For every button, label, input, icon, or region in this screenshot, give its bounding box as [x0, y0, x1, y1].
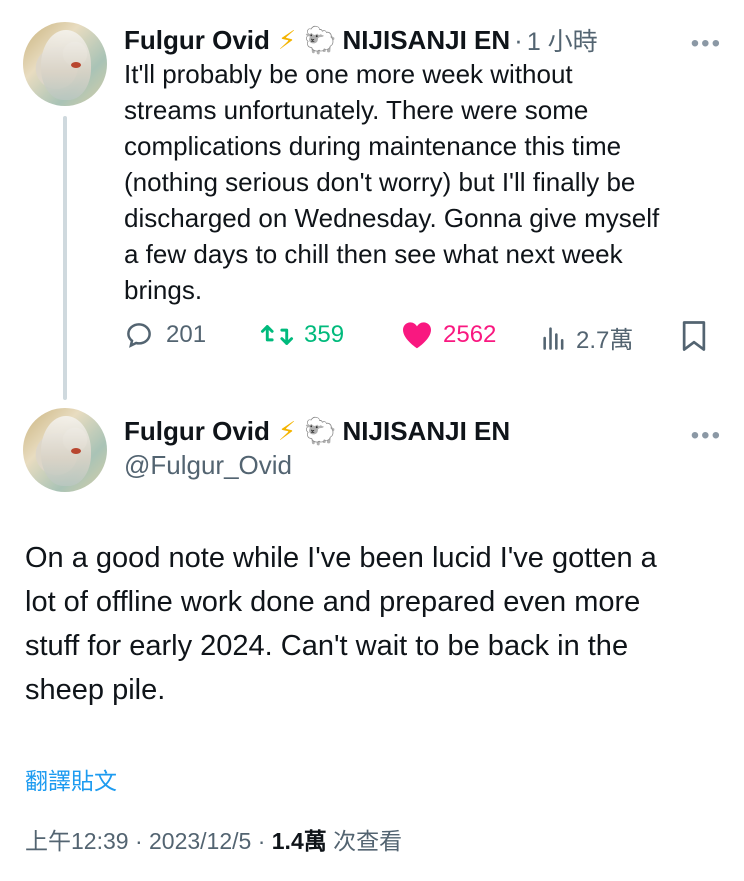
views-button[interactable]: 2.7萬 — [540, 320, 633, 355]
thread-connector-line — [63, 116, 67, 400]
reply-count: 201 — [166, 321, 207, 348]
lightning-emoji: ⚡ — [277, 416, 297, 446]
views-count: 2.7萬 — [576, 327, 634, 354]
translate-post-link[interactable]: 翻譯貼文 — [25, 762, 117, 796]
bookmark-button[interactable] — [680, 320, 708, 352]
retweet-icon — [260, 325, 294, 345]
retweet-count: 359 — [304, 321, 345, 348]
lightning-emoji: ⚡ — [277, 24, 297, 55]
avatar[interactable] — [23, 408, 107, 492]
affiliation-label[interactable]: NIJISANJI EN — [343, 25, 511, 56]
tweet-metadata: 上午12:39 · 2023/12/5 · 1.4萬 次查看 — [25, 822, 402, 856]
tweet-time[interactable]: 1 小時 — [527, 22, 598, 58]
tweet-action-bar: 201 359 2562 2.7萬 — [124, 320, 724, 360]
separator-dot: · — [514, 24, 523, 55]
views-count: 1.4萬 — [271, 828, 327, 854]
more-options-icon[interactable]: ••• — [691, 424, 722, 448]
heart-icon — [403, 322, 431, 349]
like-button[interactable]: 2562 — [401, 320, 496, 350]
avatar[interactable] — [23, 22, 107, 106]
reply-tweet-header: Fulgur Ovid ⚡ 🐑 NIJISANJI EN · 1 小時 — [124, 22, 598, 58]
sheep-emoji: 🐑 — [304, 416, 337, 446]
avatar-eye — [71, 62, 81, 68]
reply-icon — [127, 323, 151, 348]
main-tweet-text: On a good note while I've been lucid I'v… — [25, 542, 657, 706]
reply-tweet-text: It'll probably be one more week without … — [124, 59, 660, 305]
retweet-button[interactable]: 359 — [260, 320, 344, 350]
views-label: 次查看 — [326, 828, 403, 854]
sheep-emoji: 🐑 — [304, 24, 337, 55]
user-handle[interactable]: @Fulgur_Ovid — [124, 450, 292, 481]
bookmark-icon — [682, 321, 706, 351]
more-options-icon[interactable]: ••• — [691, 32, 722, 56]
like-count: 2562 — [443, 321, 497, 348]
timestamp[interactable]: 上午12:39 · 2023/12/5 · — [25, 828, 272, 854]
display-name[interactable]: Fulgur Ovid — [124, 25, 270, 56]
affiliation-label[interactable]: NIJISANJI EN — [343, 416, 511, 447]
reply-button[interactable]: 201 — [124, 320, 206, 350]
display-name[interactable]: Fulgur Ovid — [124, 416, 270, 447]
main-tweet-header: Fulgur Ovid ⚡ 🐑 NIJISANJI EN — [124, 416, 510, 447]
views-chart-icon — [543, 326, 564, 350]
avatar-eye — [71, 448, 81, 454]
